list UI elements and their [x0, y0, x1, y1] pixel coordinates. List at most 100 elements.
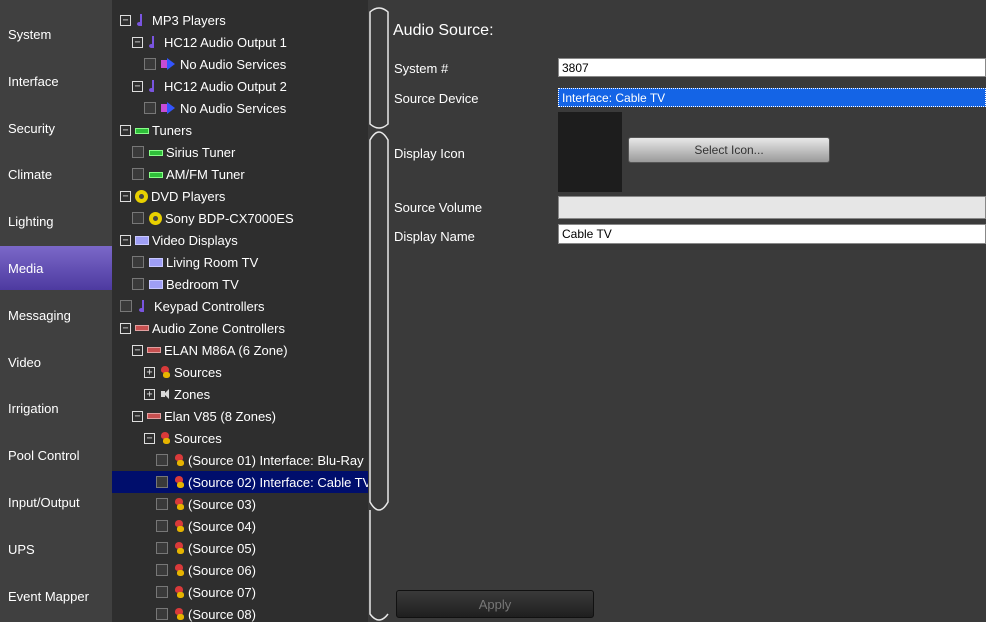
tree-checkbox[interactable]	[156, 498, 168, 510]
tree-checkbox[interactable]	[132, 212, 144, 224]
tree-checkbox[interactable]	[120, 300, 132, 312]
tree-checkbox[interactable]	[144, 102, 156, 114]
arrow-icon	[161, 58, 177, 70]
splitter-handle-top[interactable]	[368, 6, 390, 130]
tree-node[interactable]: Keypad Controllers	[112, 295, 368, 317]
tuner-icon	[135, 128, 149, 134]
tree-node[interactable]: − DVD Players	[112, 185, 368, 207]
expand-icon[interactable]: +	[144, 366, 155, 378]
collapse-icon[interactable]: −	[120, 124, 131, 136]
tree-checkbox[interactable]	[132, 256, 144, 268]
source-icon	[173, 476, 185, 488]
tree-node[interactable]: (Source 02) Interface: Cable TV	[112, 471, 368, 493]
tree-node[interactable]: Bedroom TV	[112, 273, 368, 295]
sidebar-item-security[interactable]: Security	[0, 106, 112, 150]
collapse-icon[interactable]: −	[120, 190, 131, 202]
tree-node[interactable]: (Source 04)	[112, 515, 368, 537]
tree-checkbox[interactable]	[144, 58, 156, 70]
display-icon	[149, 257, 163, 267]
tree-node-label: HC12 Audio Output 2	[164, 78, 287, 94]
tree-checkbox[interactable]	[156, 586, 168, 598]
tree-node[interactable]: − Tuners	[112, 119, 368, 141]
tree-node[interactable]: − HC12 Audio Output 2	[112, 75, 368, 97]
tree-checkbox[interactable]	[156, 564, 168, 576]
sidebar-item-pool-control[interactable]: Pool Control	[0, 433, 112, 477]
source-volume-field[interactable]	[558, 196, 986, 219]
tree-node-label: Tuners	[152, 122, 192, 138]
collapse-icon[interactable]: −	[132, 36, 143, 48]
zone-controller-icon	[147, 413, 161, 419]
sidebar-item-lighting[interactable]: Lighting	[0, 199, 112, 243]
tree-node[interactable]: Sirius Tuner	[112, 141, 368, 163]
tree-checkbox[interactable]	[132, 168, 144, 180]
tree-node[interactable]: No Audio Services	[112, 53, 368, 75]
sidebar-item-irrigation[interactable]: Irrigation	[0, 386, 112, 430]
collapse-icon[interactable]: −	[144, 432, 155, 444]
tree-node[interactable]: − ELAN M86A (6 Zone)	[112, 339, 368, 361]
sidebar-nav: System Interface Security Climate Lighting Me…	[0, 0, 112, 622]
tree-node[interactable]: + Zones	[112, 383, 368, 405]
tree-node-label: (Source 05)	[188, 540, 256, 556]
display-name-field[interactable]	[558, 224, 986, 244]
tree-node[interactable]: − Sources	[112, 427, 368, 449]
tree-checkbox[interactable]	[156, 608, 168, 620]
tree-checkbox[interactable]	[156, 520, 168, 532]
tree-node[interactable]: + Sources	[112, 361, 368, 383]
tree-node[interactable]: (Source 08)	[112, 603, 368, 622]
tree-node[interactable]: − MP3 Players	[112, 9, 368, 31]
sidebar-item-media[interactable]: Media	[0, 246, 112, 290]
tree-node[interactable]: − Video Displays	[112, 229, 368, 251]
source-icon	[173, 586, 185, 598]
tree-node-label: Zones	[174, 386, 211, 402]
tree-checkbox[interactable]	[156, 454, 168, 466]
sidebar-item-system[interactable]: System	[0, 12, 112, 56]
select-icon-button[interactable]: Select Icon...	[628, 137, 830, 163]
collapse-icon[interactable]: −	[120, 14, 131, 26]
sidebar-item-ups[interactable]: UPS	[0, 527, 112, 571]
tree-node[interactable]: (Source 06)	[112, 559, 368, 581]
sidebar-item-input-output[interactable]: Input/Output	[0, 480, 112, 524]
sidebar-item-messaging[interactable]: Messaging	[0, 293, 112, 337]
tree-checkbox[interactable]	[132, 146, 144, 158]
tree-node[interactable]: (Source 05)	[112, 537, 368, 559]
tree-node[interactable]: Sony BDP-CX7000ES	[112, 207, 368, 229]
source-device-field[interactable]	[558, 88, 986, 107]
collapse-icon[interactable]: −	[120, 322, 131, 334]
tree-node-label: ELAN M86A (6 Zone)	[164, 342, 288, 358]
tree-checkbox[interactable]	[156, 542, 168, 554]
sidebar-item-interface[interactable]: Interface	[0, 59, 112, 103]
tree-node-label: (Source 01) Interface: Blu-Ray	[188, 452, 364, 468]
source-icon	[173, 520, 185, 532]
tree-node-label: Sirius Tuner	[166, 144, 236, 160]
collapse-icon[interactable]: −	[132, 80, 143, 92]
tree-node[interactable]: AM/FM Tuner	[112, 163, 368, 185]
tree-node-label: Audio Zone Controllers	[152, 320, 285, 336]
tree-node[interactable]: (Source 03)	[112, 493, 368, 515]
system-number-field[interactable]	[558, 58, 986, 77]
tree-node-label: HC12 Audio Output 1	[164, 34, 287, 50]
tree-node[interactable]: No Audio Services	[112, 97, 368, 119]
sidebar-item-video[interactable]: Video	[0, 340, 112, 384]
collapse-icon[interactable]: −	[132, 410, 143, 422]
dvd-icon	[149, 211, 162, 225]
expand-icon[interactable]: +	[144, 388, 155, 400]
tree-node[interactable]: Living Room TV	[112, 251, 368, 273]
apply-button[interactable]: Apply	[396, 590, 594, 618]
tree-node-label: Video Displays	[152, 232, 238, 248]
sidebar-item-event-mapper[interactable]: Event Mapper	[0, 574, 112, 618]
tree-node[interactable]: − Elan V85 (8 Zones)	[112, 405, 368, 427]
tree-node[interactable]: − Audio Zone Controllers	[112, 317, 368, 339]
tuner-icon	[149, 172, 163, 178]
tree-node[interactable]: (Source 07)	[112, 581, 368, 603]
tree-node[interactable]: − HC12 Audio Output 1	[112, 31, 368, 53]
tree-node-label: (Source 03)	[188, 496, 256, 512]
sidebar-item-climate[interactable]: Climate	[0, 152, 112, 196]
collapse-icon[interactable]: −	[132, 344, 143, 356]
tree-node[interactable]: (Source 01) Interface: Blu-Ray	[112, 449, 368, 471]
splitter-handle-bottom[interactable]	[368, 130, 390, 622]
audio-source-form: Audio Source: System # Source Device Dis…	[390, 0, 986, 622]
collapse-icon[interactable]: −	[120, 234, 131, 246]
tree-checkbox[interactable]	[132, 278, 144, 290]
tree-node-label: (Source 08)	[188, 606, 256, 622]
tree-checkbox[interactable]	[156, 476, 168, 488]
